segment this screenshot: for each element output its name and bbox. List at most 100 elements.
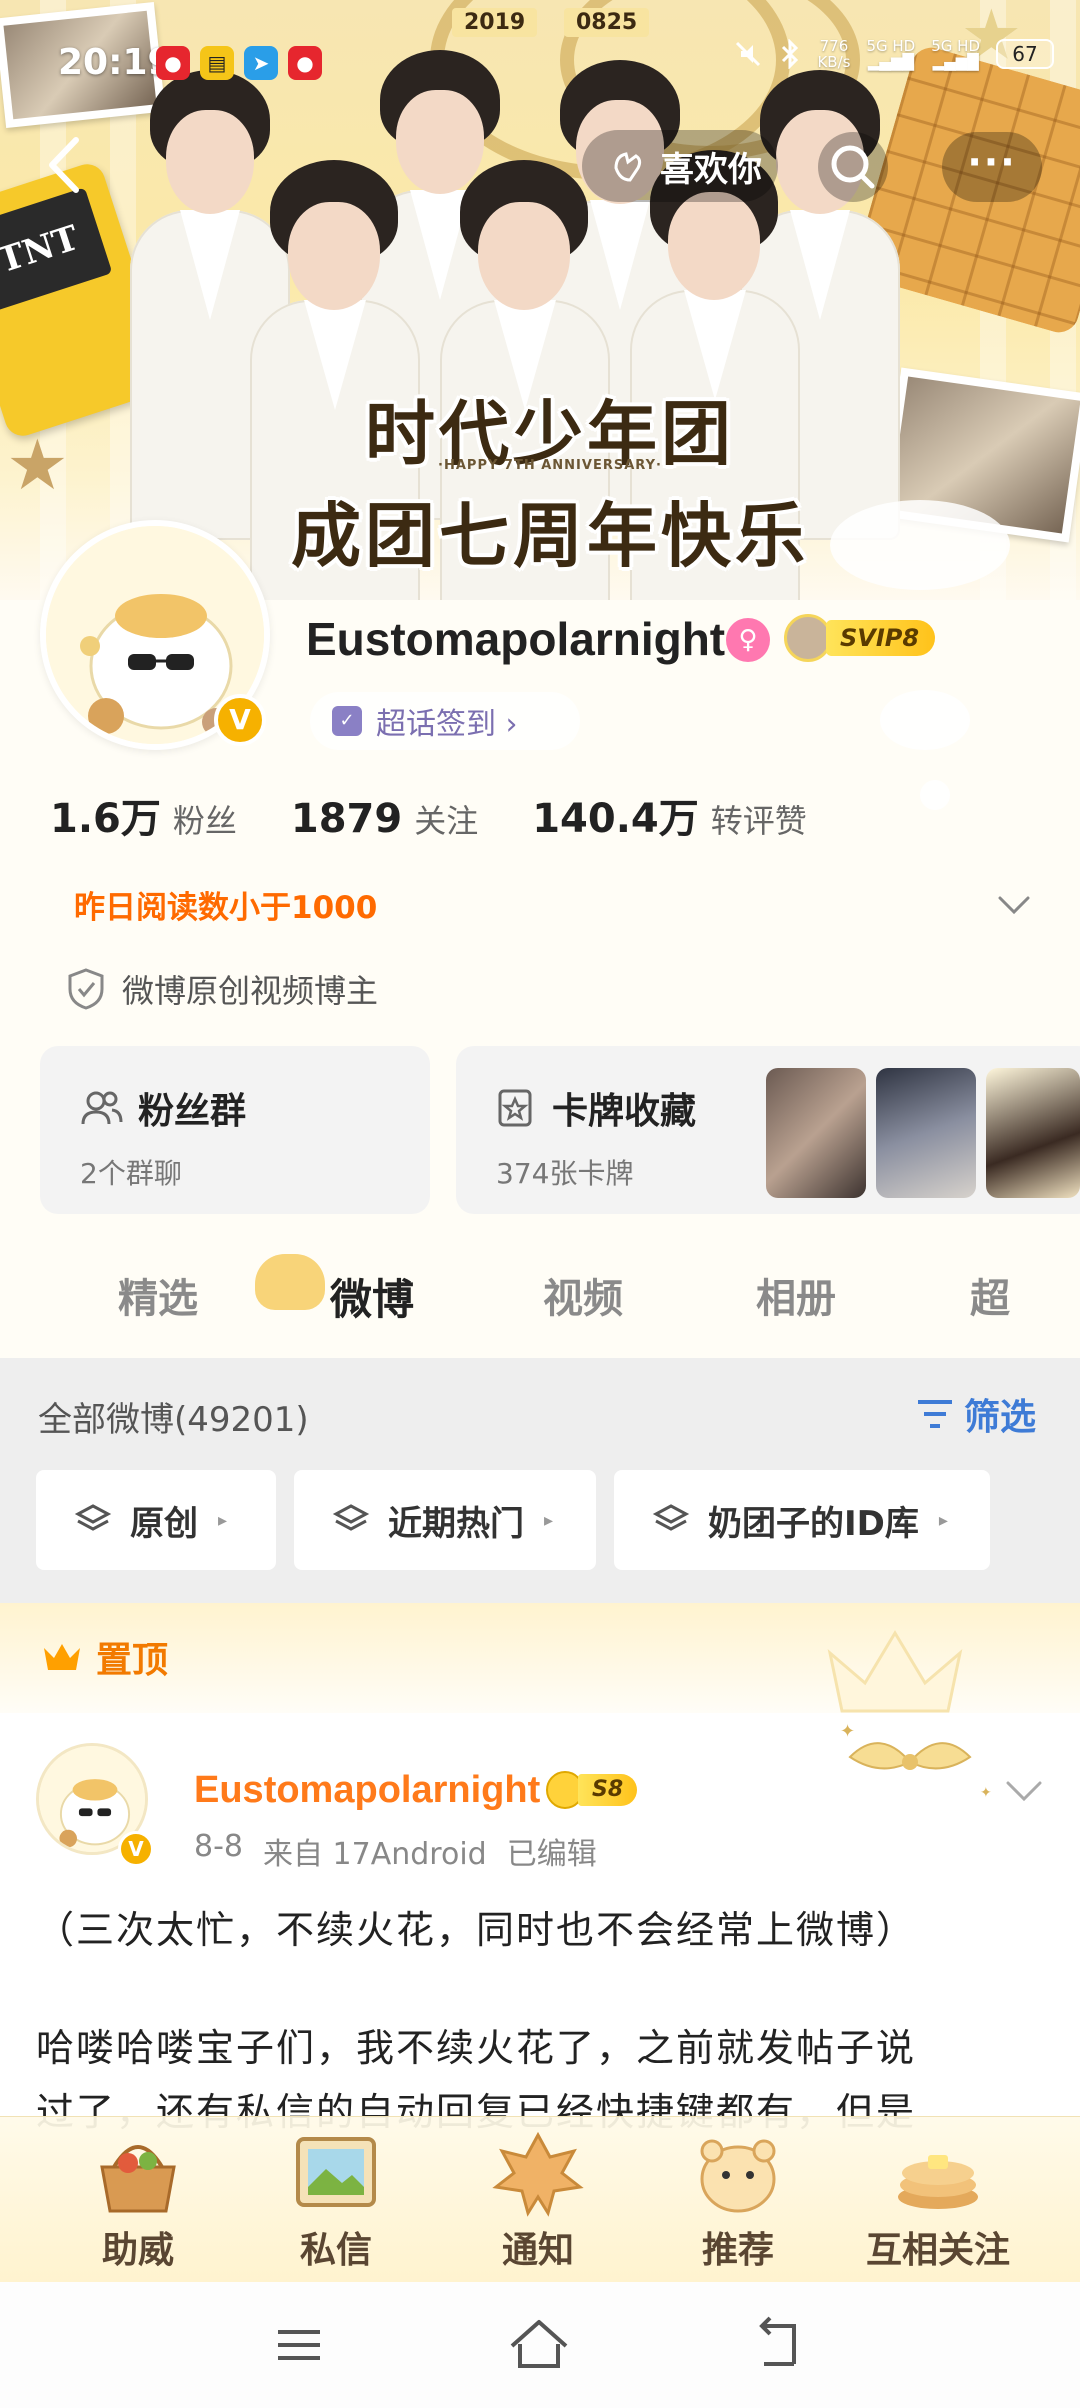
weibo-notification-icon: ● xyxy=(156,46,190,80)
nav-cheer[interactable]: 助威 xyxy=(38,2117,238,2283)
tab-super-topic[interactable]: 超 xyxy=(970,1266,1010,1324)
network-speed: 776 KB/s xyxy=(817,38,850,70)
stat-label: 粉丝 xyxy=(172,802,237,840)
stat-interactions[interactable]: 140.4万 转评赞 xyxy=(532,786,807,844)
gameboy-screen: TNT xyxy=(0,187,113,312)
nav-label: 助威 xyxy=(101,2230,174,2271)
post-author[interactable]: Eustomapolarnight xyxy=(194,1769,540,1812)
return-icon xyxy=(759,2316,796,2366)
battery-indicator: 67 xyxy=(996,39,1054,69)
weibo-notification-icon: ● xyxy=(288,46,322,80)
stat-following[interactable]: 1879 关注 xyxy=(291,796,478,842)
chip-original[interactable]: 原创 ▸ xyxy=(36,1470,276,1570)
telegram-notification-icon: ➤ xyxy=(244,46,278,80)
tab-videos[interactable]: 视频 xyxy=(543,1266,623,1324)
tab-weibo[interactable]: 微博 xyxy=(330,1266,414,1327)
search-button[interactable] xyxy=(818,132,888,202)
fan-group-card[interactable]: 粉丝群 2个群聊 xyxy=(40,1046,430,1214)
home-button[interactable] xyxy=(504,2312,574,2378)
cloud-decoration xyxy=(920,780,950,810)
nav-notifications[interactable]: 通知 xyxy=(438,2117,638,2283)
pinned-label: 置顶 xyxy=(96,1640,169,1681)
fan-group-count: 2个群聊 xyxy=(80,1157,182,1190)
like-button[interactable]: 喜欢你 xyxy=(582,130,778,202)
back-arrow-icon xyxy=(49,137,79,193)
banner-subtitle: ·HAPPY 7TH ANNIVERSARY· xyxy=(438,458,662,473)
layers-icon xyxy=(652,1504,690,1531)
hand-heart-icon xyxy=(614,152,642,182)
creator-tag[interactable]: 微博原创视频博主 xyxy=(66,966,378,1012)
verified-badge: V xyxy=(118,1831,154,1867)
post-edited: 已编辑 xyxy=(506,1837,597,1872)
filter-icon xyxy=(918,1400,952,1428)
svip-label: SVIP8 xyxy=(826,620,936,656)
layers-icon xyxy=(332,1504,370,1531)
cloud-decoration xyxy=(880,690,970,750)
filter-button[interactable]: 筛选 xyxy=(914,1388,1036,1440)
shield-icon xyxy=(68,968,104,1010)
picture-frame-icon xyxy=(296,2137,376,2207)
vip-avatar-icon xyxy=(784,614,832,662)
cloud-decoration xyxy=(830,500,1010,590)
status-indicators: 776 KB/s 5G HD ▂▄▆█ 5G HD ▂▄▆█ 67 xyxy=(733,38,1054,70)
female-icon: ♀ xyxy=(726,618,770,662)
signal-bars-icon: ▂▄▆█ xyxy=(867,53,914,71)
chip-label: 原创 xyxy=(130,1503,198,1544)
svg-text:✦: ✦ xyxy=(980,1785,992,1801)
chevron-down-icon xyxy=(1006,1781,1042,1802)
filter-label: 筛选 xyxy=(964,1397,1037,1438)
chip-label: 近期热门 xyxy=(388,1503,524,1544)
reads-note: 昨日阅读数小于1000 xyxy=(74,890,378,926)
back-button[interactable] xyxy=(38,130,98,200)
card-thumbnail[interactable] xyxy=(876,1068,976,1198)
expand-profile-button[interactable] xyxy=(996,890,1032,918)
chip-recent-hot[interactable]: 近期热门 ▸ xyxy=(294,1470,596,1570)
post-menu-button[interactable] xyxy=(1004,1775,1044,1805)
bow-decoration-icon: ✦ ✦ xyxy=(840,1721,992,1801)
post-source: 来自 17Android xyxy=(263,1837,487,1872)
recent-apps-button[interactable] xyxy=(264,2312,334,2378)
post-date: 8-8 xyxy=(194,1829,243,1864)
bottom-action-bar: 助威 私信 通知 推荐 互相关注 xyxy=(0,2116,1080,2282)
stat-followers[interactable]: 1.6万 粉丝 xyxy=(50,786,237,844)
nav-mutual-follow[interactable]: 互相关注 xyxy=(838,2117,1038,2283)
news-notification-icon: ▤ xyxy=(200,46,234,80)
menu-lines-icon xyxy=(278,2330,320,2360)
card-collection-card[interactable]: 卡牌收藏 374张卡牌 xyxy=(456,1046,1080,1214)
card-thumbnail[interactable] xyxy=(766,1068,866,1198)
nav-label: 通知 xyxy=(501,2230,574,2271)
sim2-label: 5G HD xyxy=(931,37,980,55)
more-button[interactable]: ··· xyxy=(942,132,1042,202)
checkin-label: 超话签到 › xyxy=(376,707,518,742)
tab-albums[interactable]: 相册 xyxy=(756,1266,836,1324)
caret-right-icon: ▸ xyxy=(544,1509,554,1531)
signal-bars-icon: ▂▄▆█ xyxy=(932,53,979,71)
stat-label: 转评赞 xyxy=(710,802,807,840)
sim1-label: 5G HD xyxy=(866,37,916,55)
pinned-post[interactable]: V Eustomapolarnight S8 ✦ ✦ 8-8 来自 17Andr… xyxy=(0,1713,1080,2143)
tab-cloud-decoration xyxy=(255,1254,325,1310)
card-thumbnail[interactable] xyxy=(986,1068,1080,1198)
svip-badge[interactable]: SVIP8 xyxy=(784,614,936,662)
mute-icon xyxy=(736,41,761,67)
pinned-label-row: 置顶 xyxy=(40,1631,168,1683)
bluetooth-icon xyxy=(782,39,799,69)
stat-value: 140.4万 xyxy=(532,796,699,842)
chip-label: 奶团子的ID库 xyxy=(708,1503,919,1544)
system-navigation-bar xyxy=(0,2282,1080,2408)
super-topic-checkin-button[interactable]: ✓ 超话签到 › xyxy=(310,692,580,750)
nav-messages[interactable]: 私信 xyxy=(236,2117,436,2283)
post-vip-badge: S8 xyxy=(546,1771,638,1809)
tab-featured[interactable]: 精选 xyxy=(118,1266,198,1324)
feed-filter-bar: 全部微博(49201) 筛选 原创 ▸ 近期热门 ▸ 奶团子的ID库 ▸ xyxy=(0,1358,1080,1603)
sim2-signal: 5G HD ▂▄▆█ xyxy=(931,38,980,70)
back-nav-button[interactable] xyxy=(744,2312,814,2378)
crown-icon xyxy=(44,1644,80,1670)
crown-watermark-icon xyxy=(827,1630,963,1713)
search-icon xyxy=(831,145,875,189)
chip-id-library[interactable]: 奶团子的ID库 ▸ xyxy=(614,1470,990,1570)
nav-label: 私信 xyxy=(299,2230,372,2271)
nav-recommend[interactable]: 推荐 xyxy=(638,2117,838,2283)
star-decoration: ★ xyxy=(6,424,69,506)
feed-count: 全部微博(49201) xyxy=(38,1400,309,1440)
